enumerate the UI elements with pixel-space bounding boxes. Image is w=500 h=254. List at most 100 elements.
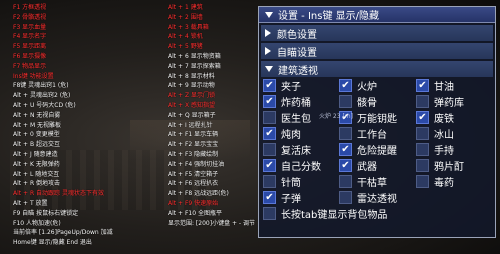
hotkey-line: Alt + R 自动跟踪 灵魂状态下有效 <box>13 190 104 198</box>
checkbox[interactable] <box>263 143 276 156</box>
hotkey-line: Alt + 9 显示动物 <box>168 82 215 90</box>
option-item[interactable]: 冰山 <box>416 126 493 141</box>
expand-arrow-icon <box>265 29 271 37</box>
checkbox-checked[interactable]: ✔ <box>263 191 276 204</box>
option-item[interactable]: ✔ 子弹 <box>263 190 339 205</box>
hotkey-line: Alt + N 无视自雾 <box>13 111 61 119</box>
checkbox[interactable] <box>263 175 276 188</box>
hotkey-line: Alt + F3 隐藏绘制 <box>168 151 219 158</box>
checkbox-checked[interactable]: ✔ <box>339 159 352 172</box>
check-icon: ✔ <box>265 159 274 171</box>
option-label: 炸药桶 <box>281 98 311 109</box>
hotkey-line: Alt + Q 显示箱子 <box>168 111 216 119</box>
hotkey-line: Alt + B 超远交互 <box>13 141 60 149</box>
checkbox-checked[interactable]: ✔ <box>263 79 276 92</box>
checkbox-checked[interactable]: ✔ <box>263 127 276 140</box>
check-icon: ✔ <box>341 143 350 155</box>
hotkey-line: Alt + F1 显示车辆 <box>168 131 219 139</box>
collapse-arrow-icon <box>265 66 273 72</box>
checkbox[interactable] <box>416 95 429 108</box>
checkbox[interactable] <box>416 143 429 156</box>
checkbox-checked[interactable]: ✔ <box>263 95 276 108</box>
option-label: 雷达透视 <box>357 194 397 205</box>
section-label: 建筑透视 <box>278 65 318 77</box>
option-item[interactable]: ✔ 炖肉 <box>263 126 339 141</box>
check-icon: ✔ <box>265 127 274 139</box>
option-item[interactable]: 干枯草 <box>339 174 416 189</box>
option-item[interactable]: ✔ 甘油 <box>416 78 493 93</box>
option-item[interactable]: ✔ 武器 <box>339 158 416 173</box>
hotkey-line: F6 显示摄像 <box>13 53 47 60</box>
hotkey-line: F7 物品显示 <box>13 62 47 70</box>
option-item[interactable]: ✔ 危险提醒 <box>339 142 416 157</box>
checkbox[interactable] <box>416 127 429 140</box>
checkbox[interactable] <box>339 95 352 108</box>
option-label: 危险提醒 <box>357 146 397 157</box>
hotkey-line: Alt + R 倒地攻击 <box>13 180 61 188</box>
option-item[interactable]: ✔ 炸药桶 <box>263 94 339 109</box>
hotkey-line: Alt + 5 野猪 <box>168 43 203 51</box>
checkbox-checked[interactable]: ✔ <box>339 79 352 92</box>
option-item[interactable]: 鸦片酊 <box>416 158 493 173</box>
option-item[interactable]: 弹药库 <box>416 94 493 109</box>
checkbox[interactable] <box>339 127 352 140</box>
hotkey-line: Alt + F5 清空箱子 <box>168 170 219 178</box>
option-item[interactable]: ✔ 自己分数 <box>263 158 339 173</box>
check-icon: ✔ <box>341 79 350 91</box>
checkbox[interactable] <box>416 159 429 172</box>
option-label: 骸骨 <box>357 98 377 109</box>
option-label: 长按tab键显示背包物品 <box>281 210 388 221</box>
expand-arrow-icon <box>265 47 271 55</box>
menu-title-bar[interactable]: 设置 - Ins键 显示/隐藏 <box>259 7 495 23</box>
option-label: 复活床 <box>281 146 311 157</box>
checkbox-checked[interactable]: ✔ <box>416 79 429 92</box>
section-color-settings[interactable]: 颜色设置 <box>261 25 493 41</box>
hotkey-line: F2 骨骼透视 <box>13 13 47 21</box>
option-item[interactable]: 骸骨 <box>339 94 416 109</box>
option-label: 鸦片酊 <box>434 162 464 173</box>
hotkey-line: Alt + 8 显示材料 <box>168 72 215 80</box>
hotkey-line: F10 人物加速(危) <box>13 219 61 227</box>
hotkey-line: F4 显示名字 <box>13 33 47 41</box>
hotkey-line: Alt + 2 围墙 <box>168 13 203 21</box>
option-label: 毒药 <box>434 178 454 189</box>
option-item[interactable]: 针筒 <box>263 174 339 189</box>
option-item[interactable]: 工作台 <box>339 126 416 141</box>
checkbox[interactable] <box>263 207 276 220</box>
checkbox[interactable] <box>263 111 276 124</box>
hotkey-line: Alt + 7 显示探索箱 <box>168 62 221 70</box>
option-label: 火炉 <box>357 82 377 93</box>
checkbox-checked[interactable]: ✔ <box>339 143 352 156</box>
option-item[interactable]: 毒药 <box>416 174 493 189</box>
option-long-press-tab[interactable]: 长按tab键显示背包物品 <box>263 206 493 221</box>
menu-title: 设置 - Ins键 显示/隐藏 <box>278 11 380 22</box>
option-label: 工作台 <box>357 130 387 141</box>
hotkey-line: F5 显示距离 <box>13 43 47 51</box>
checkbox[interactable] <box>339 191 352 204</box>
option-item[interactable]: ✔ 夹子 <box>263 78 339 93</box>
hotkey-line: Alt + F9 快速原始 <box>168 200 219 207</box>
checkbox[interactable] <box>416 175 429 188</box>
check-icon: ✔ <box>418 111 427 123</box>
option-label: 万能钥匙 <box>357 114 397 125</box>
hotkey-line: F9 自瞄 按鼠标右键锁定 <box>13 209 79 217</box>
hotkey-line: 当前倍率 [1.26]PageUp/Down 加减 <box>13 229 113 237</box>
section-label: 自瞄设置 <box>277 47 317 59</box>
option-item[interactable]: ✔ 火炉 <box>339 78 416 93</box>
hotkey-line: F3 显示血量 <box>13 23 47 31</box>
collapse-arrow-icon[interactable] <box>265 11 273 18</box>
checkbox-checked[interactable]: ✔ <box>263 159 276 172</box>
check-icon: ✔ <box>265 191 274 203</box>
option-item[interactable]: 复活床 <box>263 142 339 157</box>
option-label: 自己分数 <box>281 162 321 173</box>
option-item[interactable]: ✔ 废铁 <box>416 110 493 125</box>
option-label: 干枯草 <box>357 178 387 189</box>
checkbox-checked[interactable]: ✔ <box>416 111 429 124</box>
checkbox[interactable] <box>339 175 352 188</box>
option-item[interactable]: 手持 <box>416 142 493 157</box>
option-item[interactable]: 雷达透视 <box>339 190 416 205</box>
section-building-esp[interactable]: 建筑透视 <box>261 61 493 77</box>
section-aim-settings[interactable]: 自瞄设置 <box>261 43 493 59</box>
hotkey-line: Alt + 4 锁机 <box>168 33 203 41</box>
hotkey-line: Alt + 灵魂出窍2 (危) <box>13 92 71 100</box>
